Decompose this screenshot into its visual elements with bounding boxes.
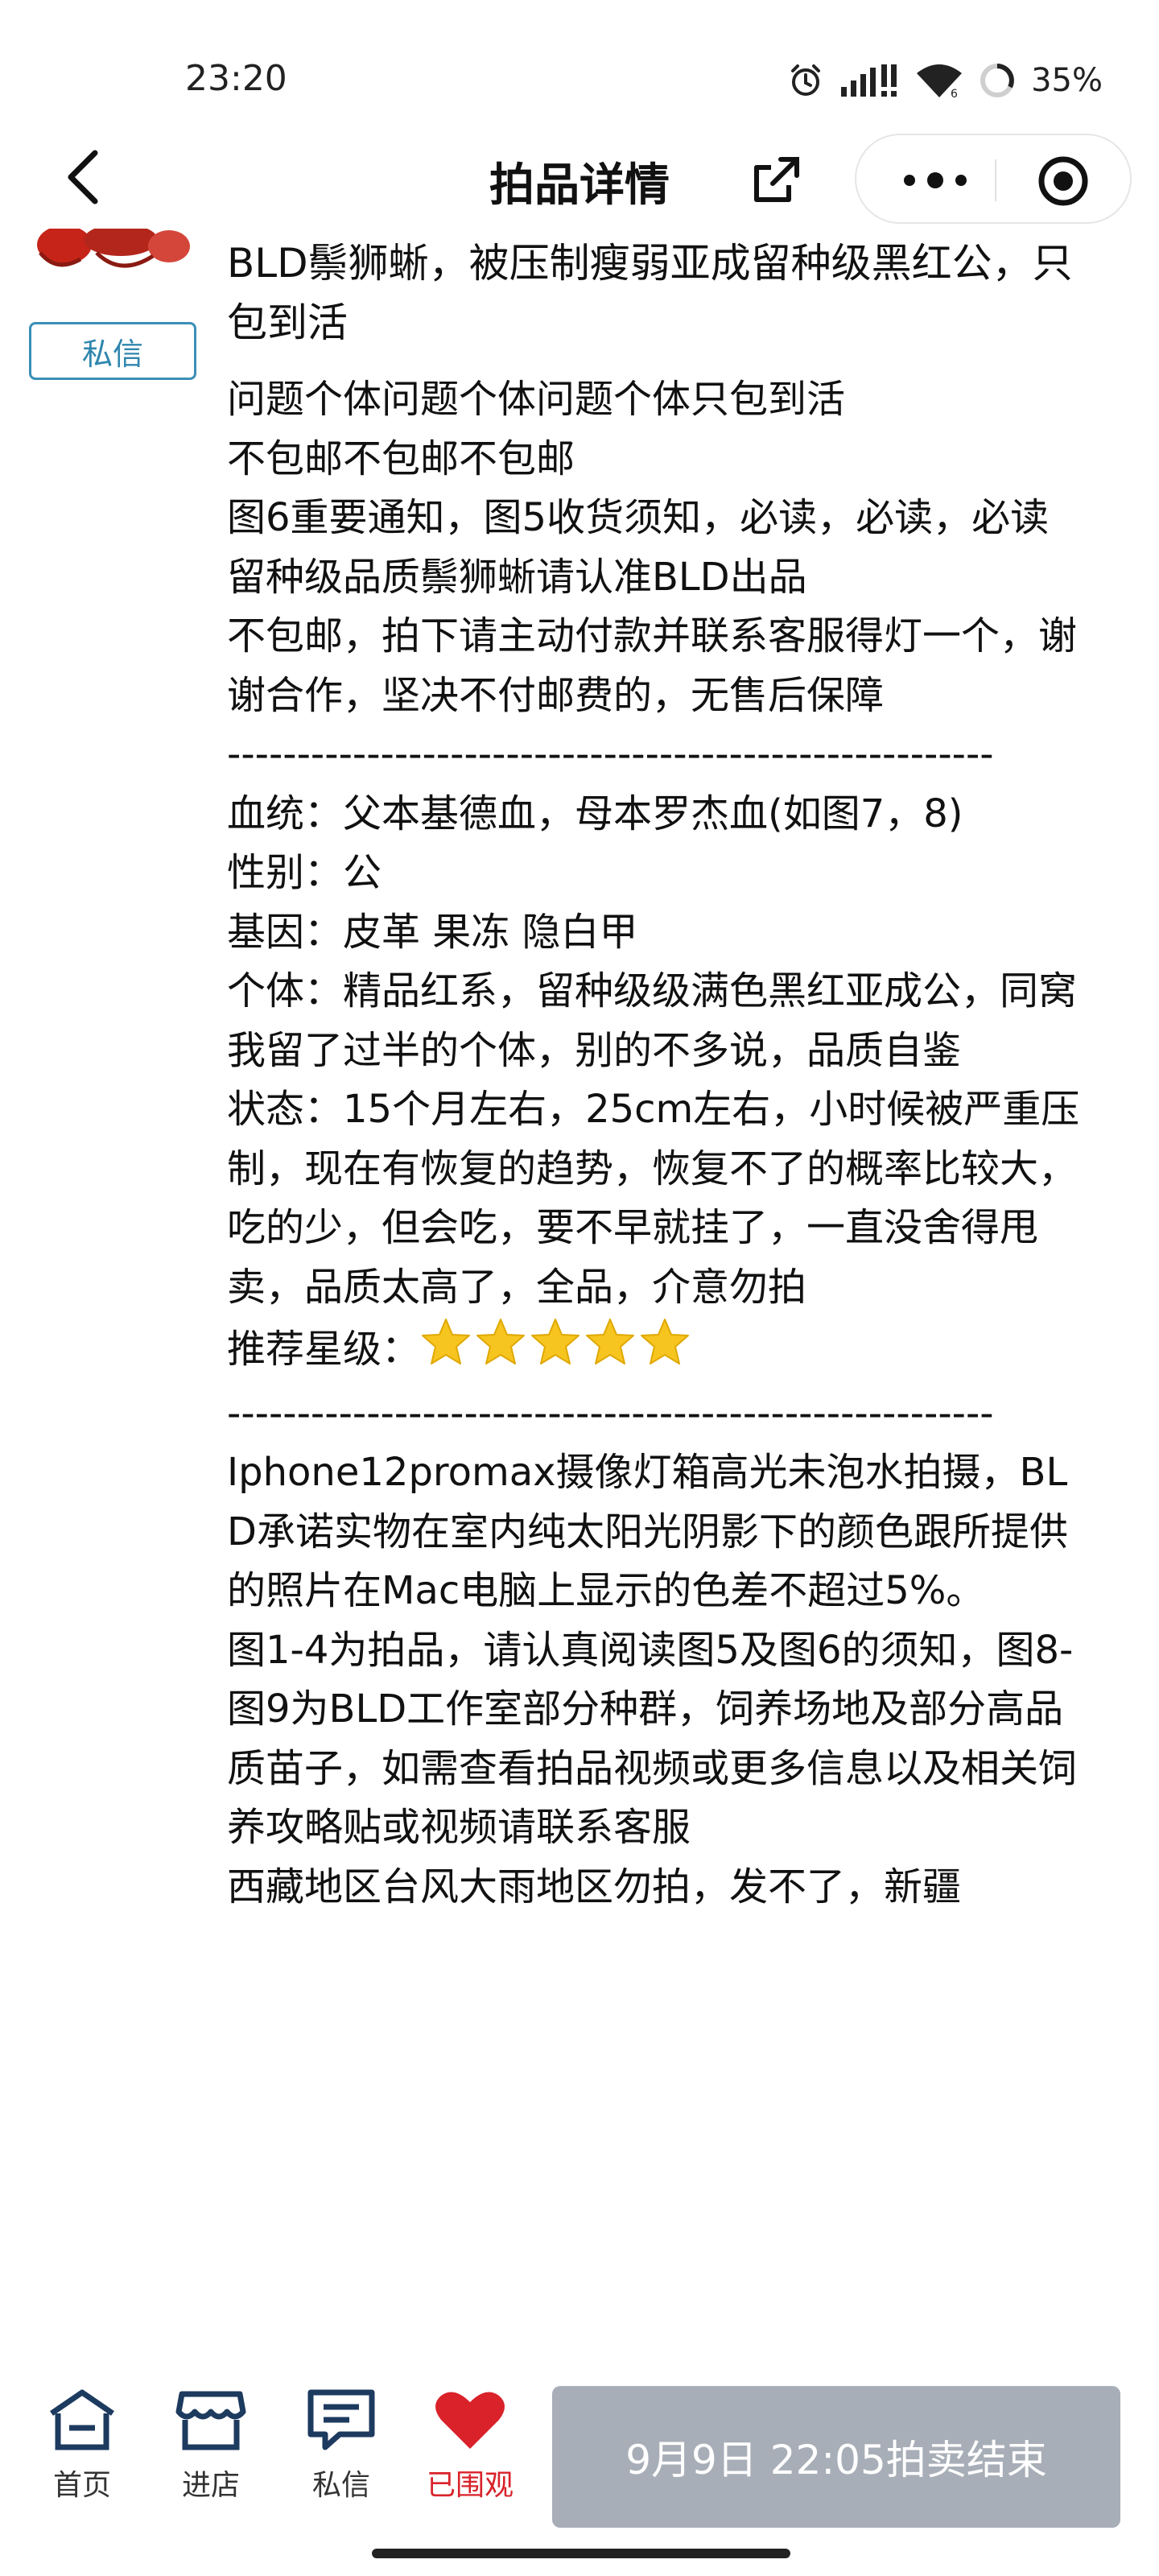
- capsule-divider: [995, 159, 996, 201]
- more-button[interactable]: [895, 158, 975, 203]
- desc-line: 基因：皮革 果冻 隐白甲: [227, 909, 638, 955]
- rating-row: 推荐星级：: [227, 1317, 1096, 1385]
- desc-line: 留种级品质鬃狮蜥请认准BLD出品: [227, 554, 807, 600]
- status-bar: 23:20 6 35%: [0, 0, 1159, 145]
- bottom-action-bar: 首页 进店 私信 已围观 9月9日 22:05拍卖结束: [0, 2367, 1159, 2576]
- alarm-icon: [786, 61, 825, 100]
- page-title: 拍品详情: [489, 159, 670, 212]
- share-icon: [754, 157, 799, 202]
- desc-line: 血统：父本基德血，母本罗杰血(如图7，8): [227, 791, 963, 836]
- star-icon: [476, 1319, 526, 1364]
- wifi-icon: 6: [915, 62, 963, 99]
- tab-message-label: 私信: [311, 2469, 370, 2502]
- battery-icon: [978, 61, 1017, 100]
- status-icons: 6 35%: [786, 58, 1103, 103]
- star-icon: [586, 1319, 635, 1364]
- back-chevron-icon: [68, 150, 98, 204]
- tab-watched-label: 已围观: [426, 2469, 514, 2502]
- tab-store-label: 进店: [181, 2469, 240, 2502]
- desc-line: 不包邮不包邮不包邮: [227, 436, 575, 481]
- battery-percent: 35%: [1031, 62, 1103, 99]
- desc-line: 图6重要通知，图5收货须知，必读，必读，必读: [227, 495, 1050, 540]
- heart-icon: [435, 2392, 505, 2449]
- divider-line: ----------------------------------------…: [227, 732, 994, 777]
- tab-home-label: 首页: [52, 2469, 111, 2502]
- desc-line: 性别：公: [227, 850, 382, 895]
- star-icon: [641, 1319, 690, 1364]
- back-button[interactable]: [56, 137, 113, 217]
- desc-line: 不包邮，拍下请主动付款并联系客服得灯一个，谢谢合作，坚决不付邮费的，无售后保障: [227, 613, 1078, 718]
- desc-line: 问题个体问题个体问题个体只包到活: [227, 377, 846, 422]
- signal-icon: [839, 63, 901, 98]
- message-icon: [307, 2389, 375, 2450]
- seller-avatar[interactable]: [32, 229, 193, 285]
- desc-line: 西藏地区台风大雨地区勿拍，发不了，新疆: [227, 1864, 962, 1909]
- tab-store[interactable]: 进店: [155, 2388, 267, 2508]
- item-title: BLD鬃狮蜥，被压制瘦弱亚成留种级黑红公，只包到活: [227, 240, 1073, 346]
- tab-home[interactable]: 首页: [26, 2388, 138, 2508]
- tab-message[interactable]: 私信: [285, 2388, 398, 2508]
- close-target-icon: [1038, 156, 1088, 206]
- more-dots-icon: [904, 172, 967, 188]
- desc-line: 图1-4为拍品，请认真阅读图5及图6的须知，图8-图9为BLD工作室部分种群，饲…: [227, 1627, 1078, 1851]
- rating-label: 推荐星级：: [227, 1327, 421, 1372]
- auction-end-button[interactable]: 9月9日 22:05拍卖结束: [552, 2386, 1120, 2528]
- seller-dm-button[interactable]: 私信: [29, 322, 196, 380]
- share-button[interactable]: [749, 151, 805, 208]
- status-time: 23:20: [185, 58, 287, 99]
- rating-stars: [420, 1317, 694, 1385]
- star-icon: [531, 1319, 580, 1364]
- tab-watched[interactable]: 已围观: [414, 2388, 526, 2508]
- desc-line: 状态：15个月左右，25cm左右，小时候被严重压制，现在有恢复的趋势，恢复不了的…: [227, 1087, 1080, 1310]
- desc-line: Iphone12promax摄像灯箱高光未泡水拍摄，BLD承诺实物在室内纯太阳光…: [227, 1450, 1068, 1613]
- svg-text:6: 6: [951, 88, 958, 99]
- star-icon: [422, 1319, 471, 1364]
- store-icon: [175, 2391, 246, 2450]
- home-shop-icon: [50, 2389, 114, 2450]
- close-button[interactable]: [1035, 153, 1091, 209]
- desc-line: 个体：精品红系，留种级级满色黑红亚成公，同窝我留了过半的个体，别的不多说，品质自…: [227, 968, 1078, 1073]
- home-indicator: [372, 2549, 790, 2558]
- description-block-2: ----------------------------------------…: [227, 1385, 1096, 1918]
- miniprogram-capsule: [855, 134, 1132, 224]
- item-content: BLD鬃狮蜥，被压制瘦弱亚成留种级黑红公，只包到活 问题个体问题个体问题个体只包…: [227, 233, 1096, 2375]
- divider-line: ----------------------------------------…: [227, 1390, 994, 1436]
- description-block-1: 问题个体问题个体问题个体只包到活 不包邮不包邮不包邮 图6重要通知，图5收货须知…: [227, 370, 1096, 1385]
